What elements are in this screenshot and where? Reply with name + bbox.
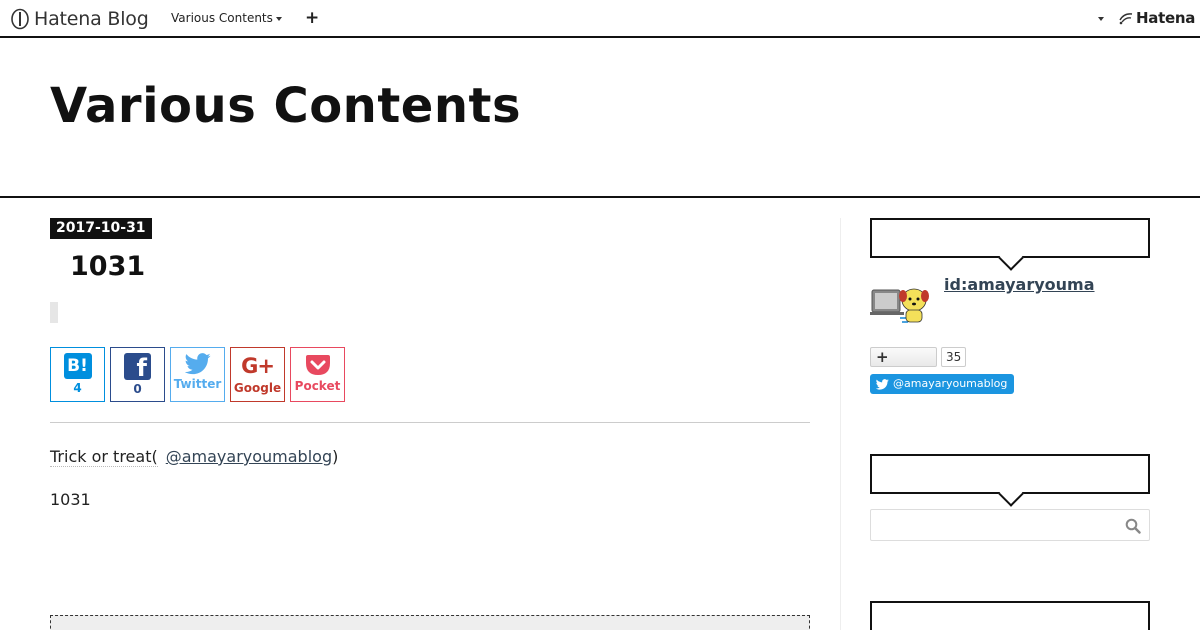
add-entry-button[interactable]: +: [305, 8, 319, 28]
hatena-follow-button[interactable]: +: [870, 347, 937, 367]
google-share-label: Google: [233, 381, 282, 395]
facebook-f-mark: f: [136, 354, 147, 382]
twitter-bird-icon: [184, 353, 211, 375]
ad-placeholder: [50, 615, 810, 630]
entry-body-line-1: Trick or treat( @amayaryoumablog): [50, 447, 339, 467]
entry-body-text: Trick or treat(: [50, 447, 158, 467]
twitter-follow-label: @amayaryoumablog: [893, 377, 1008, 390]
profile-module-heading: [870, 218, 1150, 258]
profile-id-link[interactable]: id:amayaryouma: [944, 275, 1095, 294]
hatena-blog-logo[interactable]: Hatena Blog: [10, 6, 149, 32]
facebook-icon: f: [124, 353, 151, 380]
blog-menu-dropdown[interactable]: Various Contents: [171, 11, 282, 25]
share-twitter-button[interactable]: Twitter: [170, 347, 225, 402]
sidebar-module-heading: [870, 601, 1150, 630]
share-hatena-bookmark-button[interactable]: B! 4: [50, 347, 105, 402]
entry-date-badge[interactable]: 2017-10-31: [50, 218, 152, 239]
twitter-follow-button[interactable]: @amayaryoumablog: [870, 374, 1015, 394]
user-menu-chevron-down-icon[interactable]: [1098, 17, 1104, 21]
blog-menu-label: Various Contents: [171, 11, 273, 25]
global-header: Hatena Blog Various Contents + Hatena: [0, 0, 1200, 38]
search-module-heading: [870, 454, 1150, 494]
entry-body-close-paren: ): [332, 447, 339, 466]
hatena-blog-pen-icon: [11, 8, 29, 30]
chevron-down-icon: [275, 16, 282, 21]
google-plus-icon: G+: [241, 354, 275, 378]
entry-divider: [50, 422, 810, 423]
hatena-bookmark-count: 4: [73, 381, 82, 395]
hatena-logo[interactable]: Hatena: [1118, 9, 1195, 27]
blog-header: Various Contents: [0, 38, 1200, 198]
search-box: [870, 509, 1150, 541]
search-input[interactable]: [871, 510, 1111, 540]
hatena-wifi-icon: [1119, 13, 1133, 25]
twitter-share-label: Twitter: [173, 377, 222, 391]
twitter-bird-icon: [876, 378, 889, 390]
share-buttons: B! 4 f 0 Twitter G+ Google Pocket: [50, 347, 345, 402]
share-google-button[interactable]: G+ Google: [230, 347, 285, 402]
sidebar-separator: [840, 218, 841, 630]
category-placeholder: [50, 302, 58, 323]
blog-title[interactable]: Various Contents: [50, 78, 521, 134]
facebook-share-count: 0: [133, 382, 142, 396]
entry-body-line-2: 1031: [50, 490, 91, 509]
profile-avatar[interactable]: [870, 280, 934, 328]
twitter-mention-link[interactable]: @amayaryoumablog: [166, 447, 332, 466]
pocket-share-label: Pocket: [294, 379, 341, 393]
share-pocket-button[interactable]: Pocket: [290, 347, 345, 402]
share-facebook-button[interactable]: f 0: [110, 347, 165, 402]
hatena-bookmark-icon: B!: [63, 353, 92, 379]
search-icon[interactable]: [1125, 518, 1141, 534]
entry-title[interactable]: 1031: [70, 251, 145, 282]
follow-plus-icon: +: [876, 348, 889, 366]
hatena-logo-text: Hatena: [1136, 9, 1196, 27]
follower-count: 35: [941, 347, 967, 367]
hatena-blog-logo-text: Hatena Blog: [34, 8, 149, 30]
pocket-icon: [305, 355, 330, 375]
